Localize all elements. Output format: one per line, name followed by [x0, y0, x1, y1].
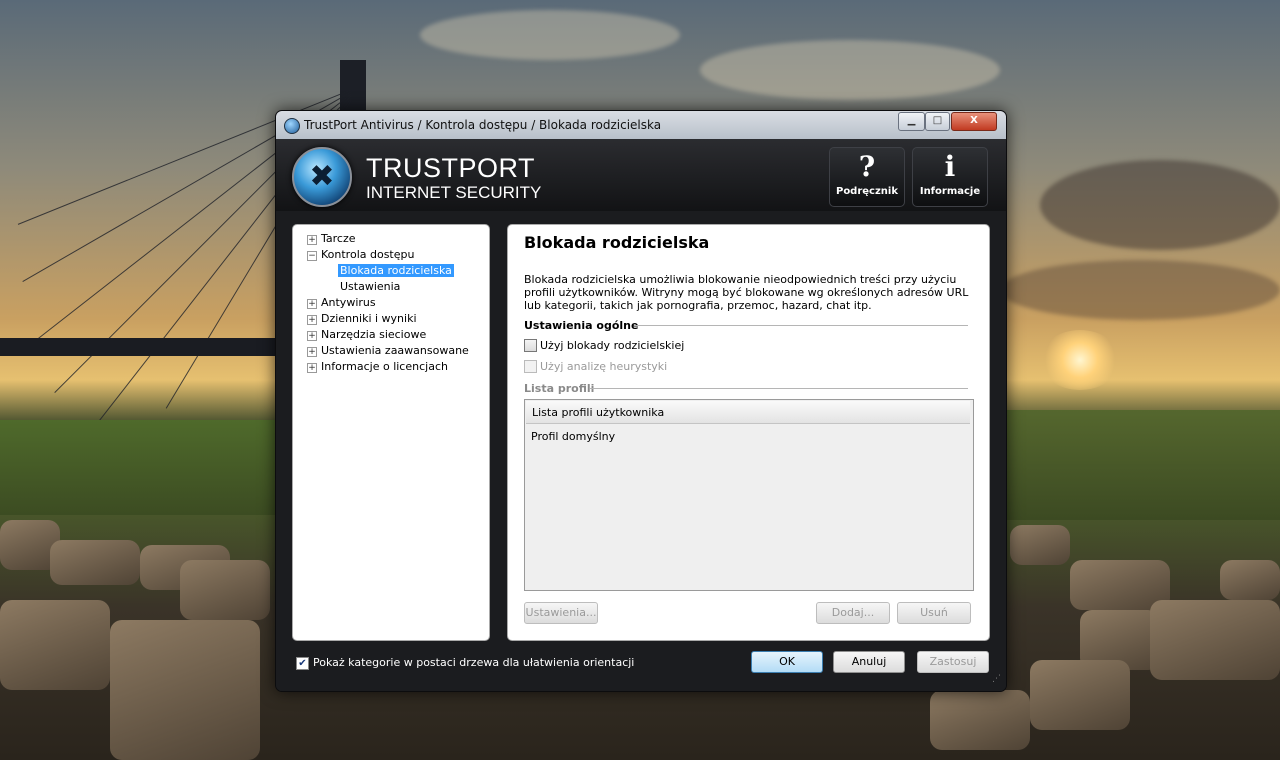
profiles-column-header[interactable]: Lista profili użytkownika [526, 401, 970, 424]
tree-item-ustawienia[interactable]: Ustawienia [340, 280, 400, 293]
profile-settings-button[interactable]: Ustawienia... [524, 602, 598, 624]
remove-profile-button[interactable]: Usuń [897, 602, 971, 624]
parental-block-checkbox[interactable] [524, 339, 537, 352]
parental-block-label[interactable]: Użyj blokady rodzicielskiej [540, 339, 684, 352]
maximize-button[interactable]: □ [925, 112, 950, 131]
help-button-label: Podręcznik [835, 186, 899, 197]
app-icon [284, 118, 300, 134]
window-body: + Tarcze − Kontrola dostępu Blokada rodz… [276, 211, 1006, 691]
expand-icon[interactable]: + [307, 299, 317, 309]
help-button[interactable]: ? Podręcznik [829, 147, 905, 207]
window-title: TrustPort Antivirus / Kontrola dostępu /… [304, 118, 662, 132]
heuristics-label[interactable]: Użyj analizę heurystyki [540, 360, 667, 373]
tree-item-narzedzia-sieciowe[interactable]: Narzędzia sieciowe [321, 328, 426, 341]
tree-item-dzienniki[interactable]: Dzienniki i wyniki [321, 312, 417, 325]
tools-icon: ✖ [292, 147, 352, 207]
brand-subtitle: INTERNET SECURITY [366, 183, 542, 202]
info-icon: i [944, 150, 956, 183]
info-button[interactable]: i Informacje [912, 147, 988, 207]
ok-button[interactable]: OK [751, 651, 823, 673]
brand-title: TRUSTPORT [366, 153, 536, 183]
resize-grip-icon[interactable]: ⋰ [992, 675, 1002, 687]
section-profile-list: Lista profili [524, 382, 595, 395]
profiles-listbox[interactable]: Lista profili użytkownika Profil domyśln… [524, 399, 974, 591]
expand-icon[interactable]: + [307, 235, 317, 245]
app-header: ✖ TRUSTPORT INTERNET SECURITY ? Podręczn… [276, 139, 1006, 211]
content-panel: Blokada rodzicielska Blokada rodzicielsk… [507, 224, 990, 641]
add-profile-button[interactable]: Dodaj... [816, 602, 890, 624]
expand-icon[interactable]: + [307, 363, 317, 373]
page-title: Blokada rodzicielska [524, 233, 710, 252]
tree-item-tarcze[interactable]: Tarcze [321, 232, 356, 245]
title-bar[interactable]: TrustPort Antivirus / Kontrola dostępu /… [276, 111, 1006, 139]
page-description: Blokada rodzicielska umożliwia blokowani… [524, 273, 969, 312]
profiles-column-header-label: Lista profili użytkownika [532, 406, 665, 419]
expand-icon[interactable]: + [307, 331, 317, 341]
section-divider [590, 388, 968, 389]
section-general-settings: Ustawienia ogólne [524, 319, 639, 332]
expand-icon[interactable]: + [307, 315, 317, 325]
question-icon: ? [858, 150, 876, 183]
close-button[interactable]: X [951, 112, 997, 131]
tree-item-ustawienia-zaawansowane[interactable]: Ustawienia zaawansowane [321, 344, 469, 357]
list-item[interactable]: Profil domyślny [531, 430, 615, 443]
app-window: TrustPort Antivirus / Kontrola dostępu /… [275, 110, 1007, 692]
section-divider [634, 325, 968, 326]
collapse-icon[interactable]: − [307, 251, 317, 261]
cancel-button[interactable]: Anuluj [833, 651, 905, 673]
category-tree: + Tarcze − Kontrola dostępu Blokada rodz… [292, 224, 490, 641]
info-button-label: Informacje [919, 186, 981, 197]
tree-item-blokada-rodzicielska[interactable]: Blokada rodzicielska [338, 264, 454, 277]
apply-button[interactable]: Zastosuj [917, 651, 989, 673]
minimize-button[interactable]: ▁ [898, 112, 925, 131]
tree-view-checkbox[interactable]: ✔ [296, 657, 309, 670]
tree-item-informacje-o-licencjach[interactable]: Informacje o licencjach [321, 360, 448, 373]
expand-icon[interactable]: + [307, 347, 317, 357]
tree-item-kontrola-dostepu[interactable]: Kontrola dostępu [321, 248, 414, 261]
tree-item-antywirus[interactable]: Antywirus [321, 296, 376, 309]
tree-view-checkbox-label[interactable]: Pokaż kategorie w postaci drzewa dla uła… [313, 656, 634, 669]
heuristics-checkbox[interactable] [524, 360, 537, 373]
